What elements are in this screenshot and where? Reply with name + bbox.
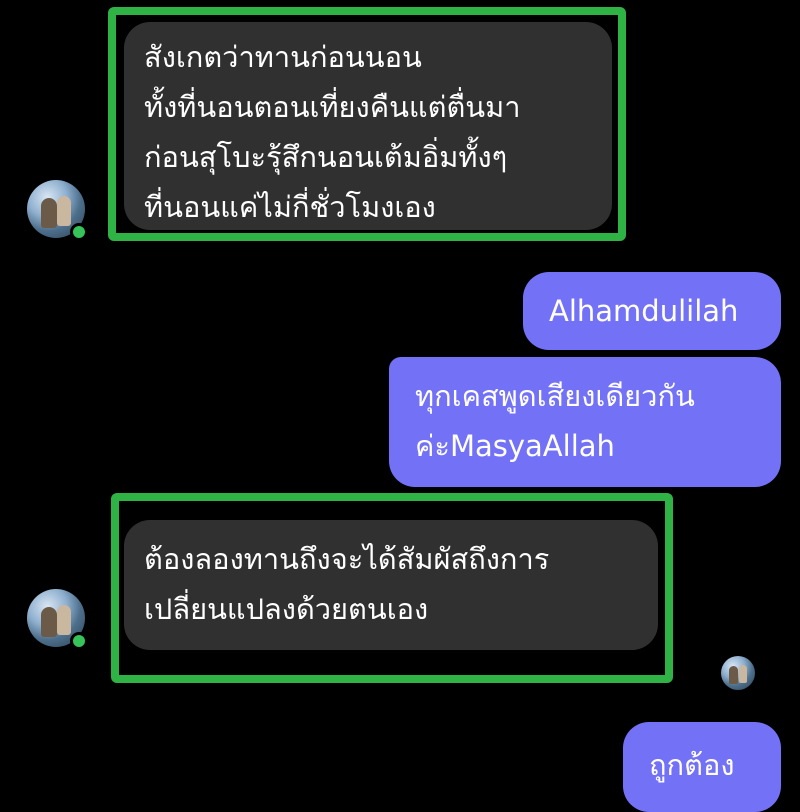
message-text: ถูกต้อง [649, 748, 735, 782]
outgoing-message-bubble[interactable]: ถูกต้อง [623, 722, 781, 812]
outgoing-message-bubble[interactable]: Alhamdulilah [523, 272, 781, 350]
message-text: ทั้งที่นอนตอนเที่ยงคืนแต่ตื่นมา [144, 90, 521, 124]
message-text: ทุกเคสพูดเสียงเดียวกัน [415, 379, 695, 413]
message-text: เปลี่ยนแปลงด้วยตนเอง [144, 592, 429, 626]
sender-avatar[interactable] [27, 180, 88, 241]
outgoing-message-bubble[interactable]: ทุกเคสพูดเสียงเดียวกัน ค่ะMasyaAllah [389, 357, 781, 487]
incoming-message-bubble[interactable]: ต้องลองทานถึงจะได้สัมผัสถึงการ เปลี่ยนแป… [124, 520, 658, 650]
message-text: ที่นอนแค่ไม่กี่ชั่วโมงเอง [144, 190, 436, 224]
sender-avatar[interactable] [27, 589, 88, 650]
online-status-icon [70, 632, 88, 650]
message-text: ต้องลองทานถึงจะได้สัมผัสถึงการ [144, 542, 550, 576]
message-text: ก่อนสุโบะรุ้สึกนอนเต้มอิ่มทั้งๆ [144, 140, 508, 174]
incoming-message-bubble[interactable]: สังเกตว่าทานก่อนนอน ทั้งที่นอนตอนเที่ยงค… [124, 22, 612, 230]
seen-receipt-avatar [721, 656, 755, 690]
message-text: ค่ะMasyaAllah [415, 429, 615, 463]
online-status-icon [70, 223, 88, 241]
message-text: สังเกตว่าทานก่อนนอน [144, 40, 422, 74]
message-text: Alhamdulilah [549, 294, 739, 328]
